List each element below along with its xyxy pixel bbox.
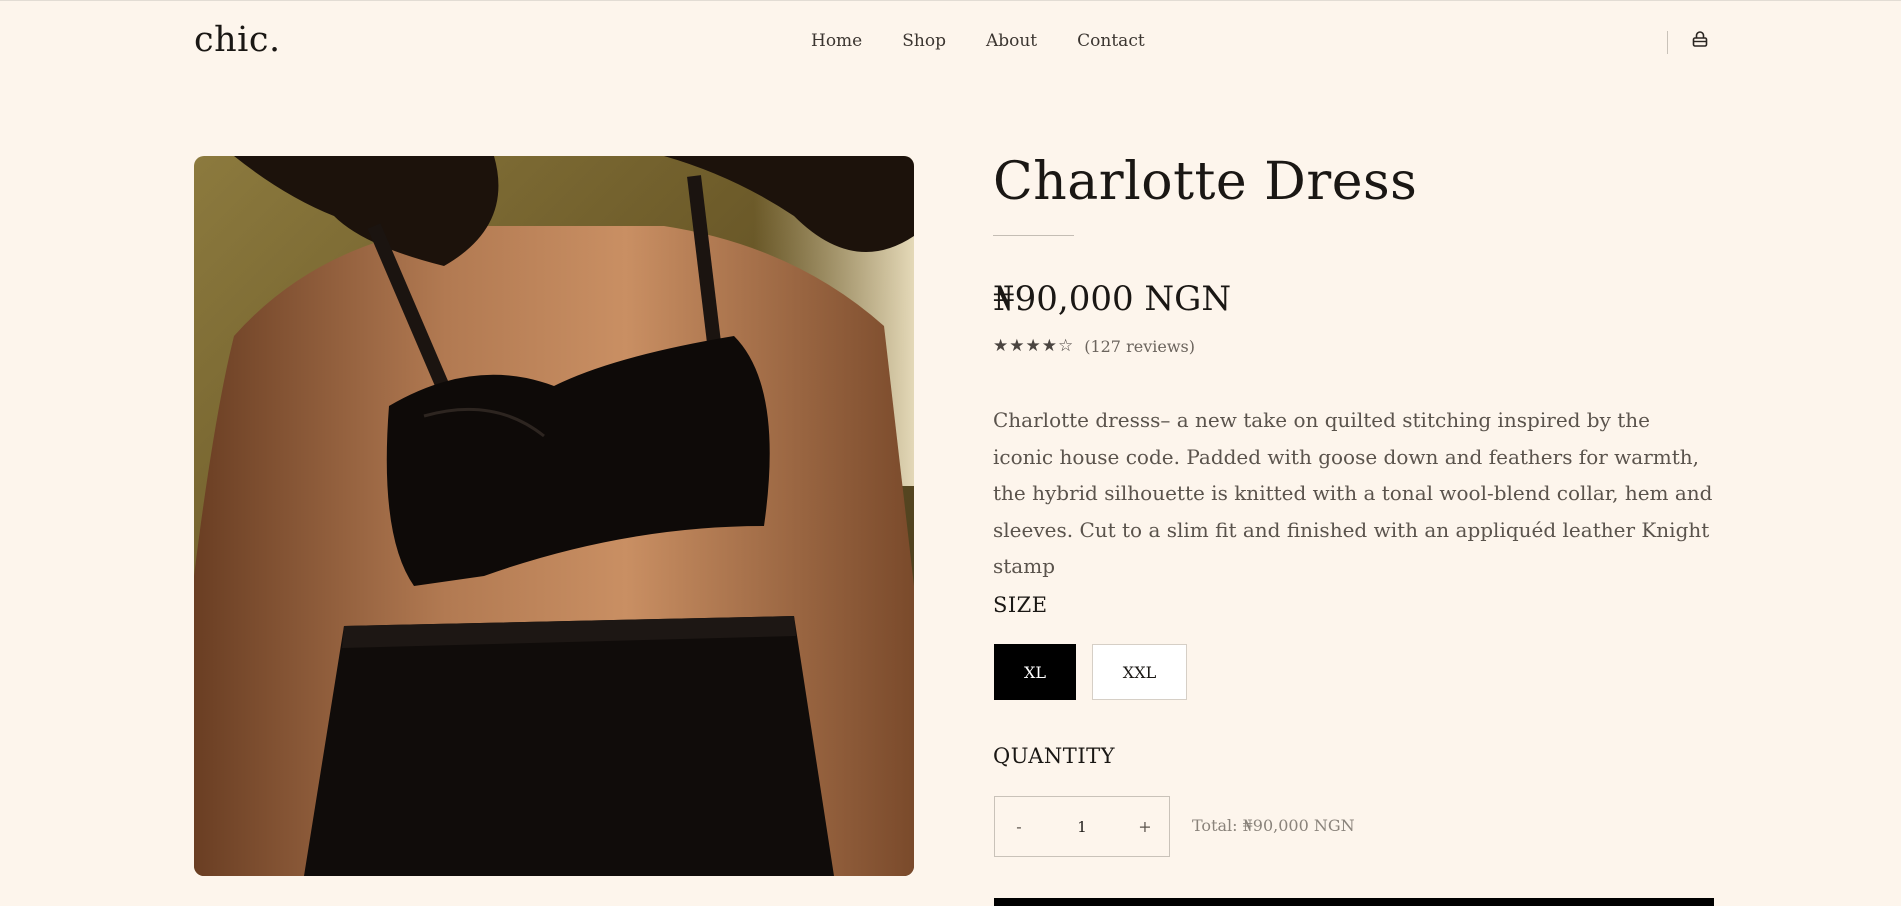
size-label: SIZE [993, 593, 1048, 617]
brand-logo[interactable]: chic. [194, 20, 281, 60]
product-description: Charlotte dresss– a new take on quilted … [993, 408, 1713, 578]
nav-home-link[interactable]: Home [811, 31, 862, 51]
star-rating-icon: ★★★★☆ [993, 336, 1075, 356]
site-header: chic. Home Shop About Contact [0, 0, 1901, 85]
size-option-xl[interactable]: XL [994, 644, 1076, 700]
product-price: ₦90,000 NGN [993, 279, 1232, 319]
title-divider [993, 235, 1074, 236]
nav-about-link[interactable]: About [986, 31, 1037, 51]
shopping-bag-icon[interactable] [1690, 30, 1710, 50]
product-title: Charlotte Dress [993, 152, 1418, 212]
nav-shop-link[interactable]: Shop [902, 31, 946, 51]
quantity-decrement-button[interactable]: - [995, 797, 1043, 856]
quantity-value[interactable]: 1 [1043, 797, 1121, 856]
add-to-cart-button[interactable] [994, 898, 1714, 906]
quantity-stepper: - 1 + [994, 796, 1170, 857]
header-divider [1667, 31, 1668, 54]
main-nav: Home Shop About Contact [811, 31, 1145, 51]
nav-contact-link[interactable]: Contact [1077, 31, 1145, 51]
product-image [194, 156, 914, 876]
quantity-label: QUANTITY [993, 744, 1115, 768]
total-price: Total: ₦90,000 NGN [1192, 816, 1355, 835]
quantity-increment-button[interactable]: + [1121, 797, 1169, 856]
size-option-xxl[interactable]: XXL [1092, 644, 1187, 700]
product-rating: ★★★★☆ (127 reviews) [993, 336, 1195, 356]
reviews-count[interactable]: (127 reviews) [1084, 337, 1195, 356]
